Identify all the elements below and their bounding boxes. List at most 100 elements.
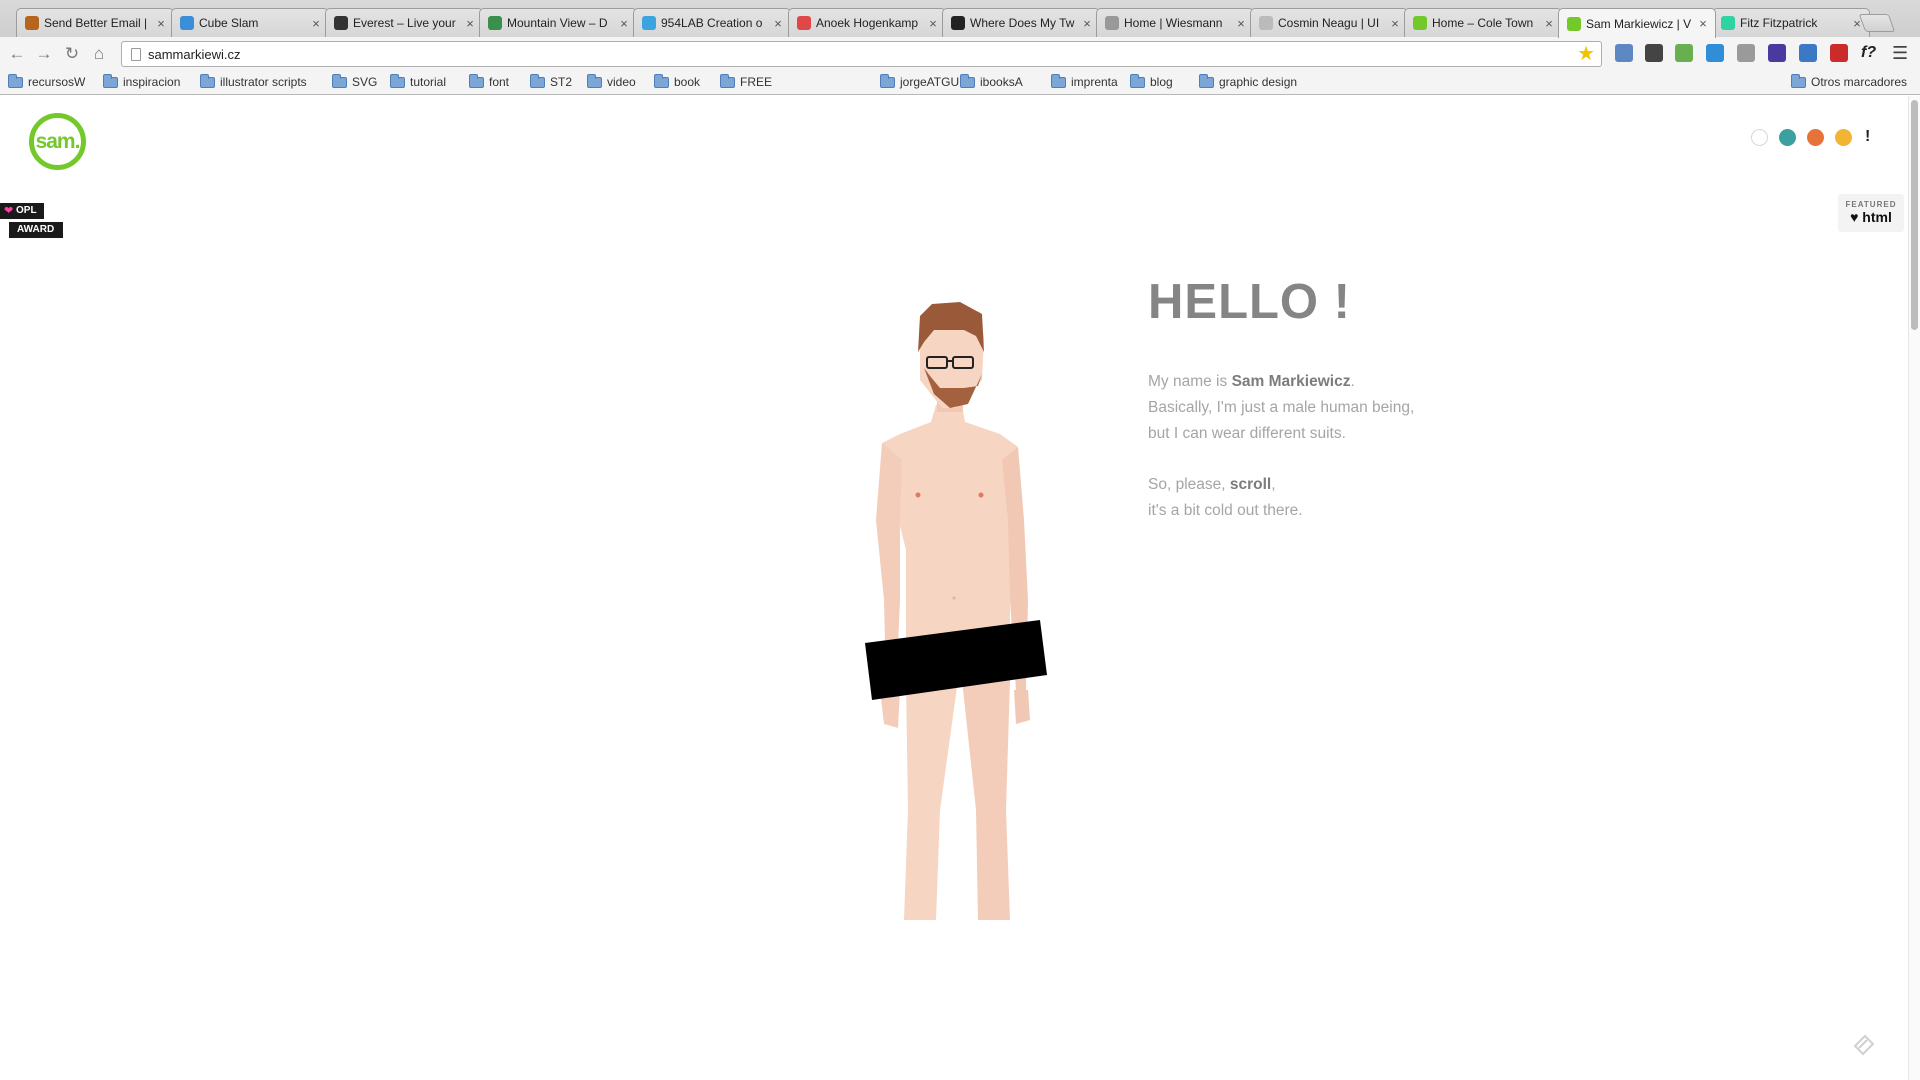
bookmark-folder[interactable]: illustrator scripts xyxy=(200,73,307,90)
bookmark-folder[interactable]: imprenta xyxy=(1051,73,1118,90)
folder-icon xyxy=(390,73,405,88)
left-nipple xyxy=(915,492,921,498)
tab-close-icon[interactable]: × xyxy=(464,16,476,31)
translate-extension-icon[interactable] xyxy=(1706,44,1724,62)
address-url[interactable]: sammarkiewi.cz xyxy=(148,47,240,62)
bookmark-other-folder[interactable]: Otros marcadores xyxy=(1791,73,1907,90)
home-icon[interactable]: ⌂ xyxy=(90,45,108,63)
bookmark-folder[interactable]: ibooksA xyxy=(960,73,1023,90)
featured-label: FEATURED xyxy=(1845,200,1897,209)
browser-tab[interactable]: Sam Markiewicz | V × xyxy=(1558,8,1716,38)
bookmark-folder[interactable]: video xyxy=(587,73,636,90)
info-button[interactable]: ! xyxy=(1865,128,1870,146)
tab-close-icon[interactable]: × xyxy=(310,16,322,31)
bookmark-extension-icon[interactable] xyxy=(1799,44,1817,62)
bookmark-folder[interactable]: SVG xyxy=(332,73,377,90)
browser-tab[interactable]: Where Does My Tw × xyxy=(942,8,1100,37)
tab-close-icon[interactable]: × xyxy=(1235,16,1247,31)
new-tab-button[interactable] xyxy=(1858,14,1896,32)
tab-title: Cube Slam xyxy=(199,16,259,30)
favicon-icon xyxy=(1105,16,1119,30)
browser-tab[interactable]: Anoek Hogenkamp × xyxy=(788,8,946,37)
bookmark-folder[interactable]: ST2 xyxy=(530,73,572,90)
mail-extension-icon[interactable] xyxy=(1737,44,1755,62)
tab-title: Home | Wiesmann xyxy=(1124,16,1223,30)
browser-tab[interactable]: Fitz Fitzpatrick × xyxy=(1712,8,1870,37)
back-arrow-icon[interactable]: ← xyxy=(8,45,26,63)
folder-icon xyxy=(332,73,347,88)
red-extension-icon[interactable] xyxy=(1830,44,1848,62)
bookmark-folder[interactable]: graphic design xyxy=(1199,73,1297,90)
forward-arrow-icon[interactable]: → xyxy=(35,45,53,63)
tab-title: Fitz Fitzpatrick xyxy=(1740,16,1818,30)
tab-close-icon[interactable]: × xyxy=(1543,16,1555,31)
bookmark-label: font xyxy=(489,75,510,89)
page-scrollbar[interactable] xyxy=(1908,96,1920,1080)
extension-icon[interactable] xyxy=(1768,44,1786,62)
intro-text: My name is Sam Markiewicz. Basically, I'… xyxy=(1148,369,1414,524)
intro-line-3: but I can wear different suits. xyxy=(1148,425,1346,442)
theme-dot-yellow[interactable] xyxy=(1835,128,1852,146)
browser-tab[interactable]: Cube Slam × xyxy=(171,8,329,37)
whatfont-extension-icon[interactable]: f? xyxy=(1861,44,1879,62)
opl-badge: ❤ OPL xyxy=(0,203,44,219)
tab-close-icon[interactable]: × xyxy=(1697,16,1709,31)
pencil-icon[interactable] xyxy=(1851,1032,1877,1058)
theme-dot-orange[interactable] xyxy=(1807,128,1824,146)
page-content: sam. ! ❤ OPL AWARD FEATURED ♥ html HELLO… xyxy=(0,96,1908,1080)
eyedropper-extension-icon[interactable] xyxy=(1615,44,1633,62)
menu-icon[interactable]: ☰ xyxy=(1892,44,1910,62)
tab-close-icon[interactable]: × xyxy=(155,16,167,31)
intro-line-2: Basically, I'm just a male human being, xyxy=(1148,399,1415,416)
reload-icon[interactable]: ↻ xyxy=(63,45,81,63)
tab-strip: Send Better Email | × Cube Slam × Everest – … xyxy=(0,0,1920,38)
bookmark-folder[interactable]: tutorial xyxy=(390,73,446,90)
bookmark-folder[interactable]: font xyxy=(469,73,510,90)
tab-title: Everest – Live your xyxy=(353,16,456,30)
browser-tab[interactable]: Cosmin Neagu | UI × xyxy=(1250,8,1408,37)
bookmark-star-icon[interactable]: ★ xyxy=(1577,43,1595,65)
bookmark-folder[interactable]: jorgeATGU xyxy=(880,73,959,90)
folder-icon xyxy=(8,73,23,88)
right-nipple xyxy=(978,492,984,498)
scroll-word: scroll xyxy=(1229,476,1272,493)
bookmark-label: video xyxy=(607,75,636,89)
tab-title: 954LAB Creation o xyxy=(661,16,763,30)
bookmark-folder[interactable]: recursosW xyxy=(8,73,85,90)
bookmark-folder[interactable]: FREE xyxy=(720,73,773,90)
address-bar[interactable]: sammarkiewi.cz ★ xyxy=(121,41,1602,67)
bookmark-folder[interactable]: book xyxy=(654,73,700,90)
folder-icon xyxy=(103,73,118,88)
sync-extension-icon[interactable] xyxy=(1675,44,1693,62)
bookmark-folder[interactable]: blog xyxy=(1130,73,1173,90)
tab-close-icon[interactable]: × xyxy=(927,16,939,31)
bookmark-label: FREE xyxy=(740,75,773,89)
tab-close-icon[interactable]: × xyxy=(618,16,630,31)
featured-html-badge[interactable]: FEATURED ♥ html xyxy=(1838,194,1904,232)
theme-dot-teal[interactable] xyxy=(1779,128,1796,146)
bookmark-label: imprenta xyxy=(1071,75,1118,89)
navel xyxy=(952,596,956,600)
browser-tab[interactable]: Home | Wiesmann × xyxy=(1096,8,1254,37)
favicon-icon xyxy=(488,16,502,30)
site-logo[interactable]: sam. xyxy=(29,113,86,170)
browser-tab[interactable]: Send Better Email | × xyxy=(16,8,174,37)
favicon-icon xyxy=(1567,16,1581,31)
bookmark-folder[interactable]: inspiracion xyxy=(103,73,180,90)
browser-tab[interactable]: Everest – Live your × xyxy=(325,8,483,37)
folder-icon xyxy=(720,73,735,88)
browser-tab[interactable]: Mountain View – D × xyxy=(479,8,637,37)
pocket-extension-icon[interactable] xyxy=(1645,44,1663,62)
theme-dot-white[interactable] xyxy=(1751,128,1768,146)
tab-close-icon[interactable]: × xyxy=(772,16,784,31)
tab-close-icon[interactable]: × xyxy=(1389,16,1401,31)
favicon-icon xyxy=(1721,16,1735,30)
page-icon xyxy=(131,48,141,61)
browser-tab[interactable]: Home – Cole Town × xyxy=(1404,8,1562,37)
scrollbar-thumb[interactable] xyxy=(1911,100,1918,330)
bookmark-label: blog xyxy=(1150,75,1173,89)
tab-title: Sam Markiewicz | V xyxy=(1586,16,1692,31)
browser-tab[interactable]: 954LAB Creation o × xyxy=(633,8,791,37)
tab-close-icon[interactable]: × xyxy=(1081,16,1093,31)
folder-icon xyxy=(1199,73,1214,88)
